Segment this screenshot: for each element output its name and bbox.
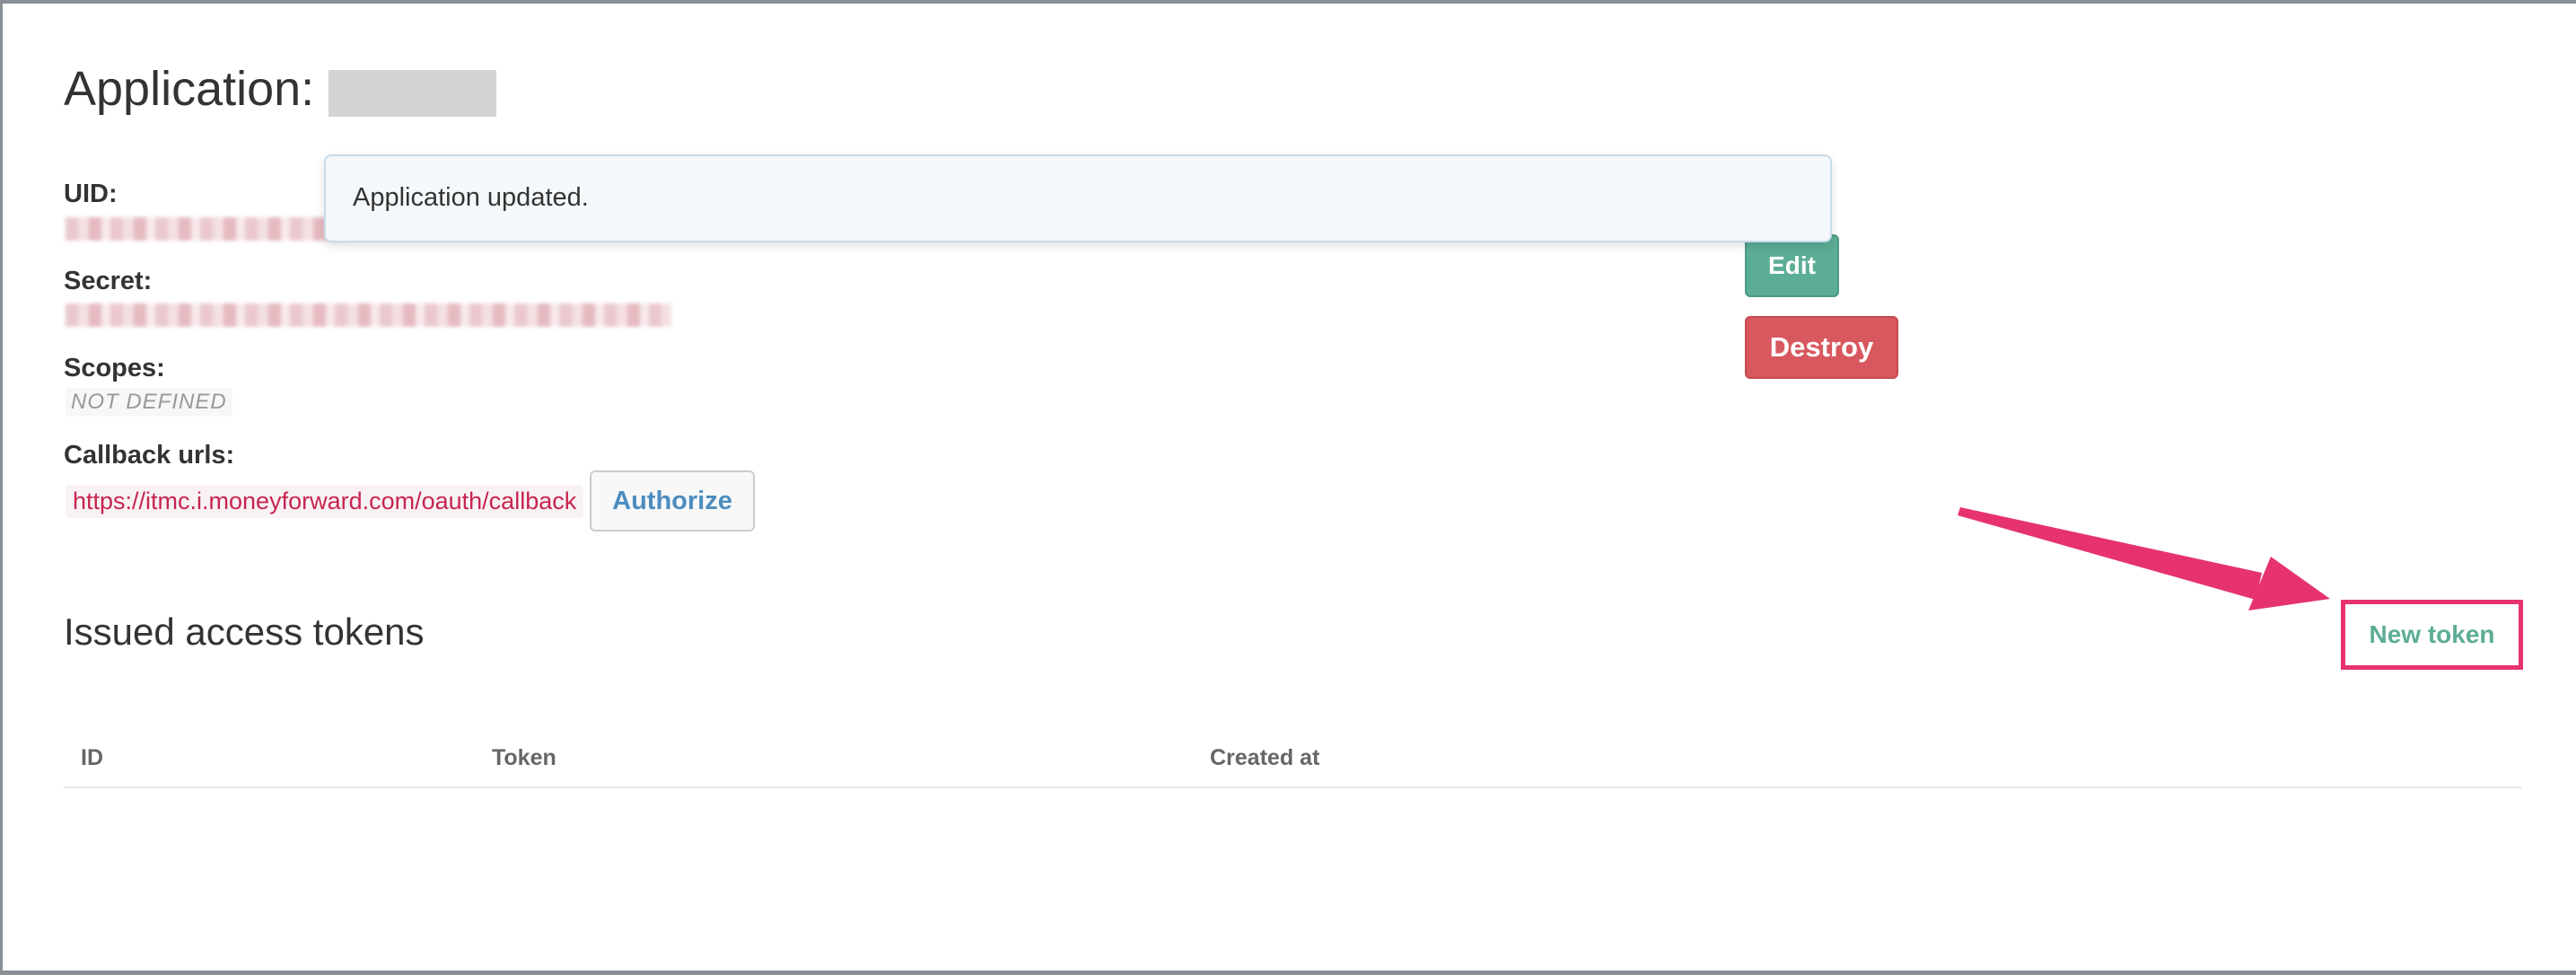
- arrow-right-icon: [1958, 507, 2330, 610]
